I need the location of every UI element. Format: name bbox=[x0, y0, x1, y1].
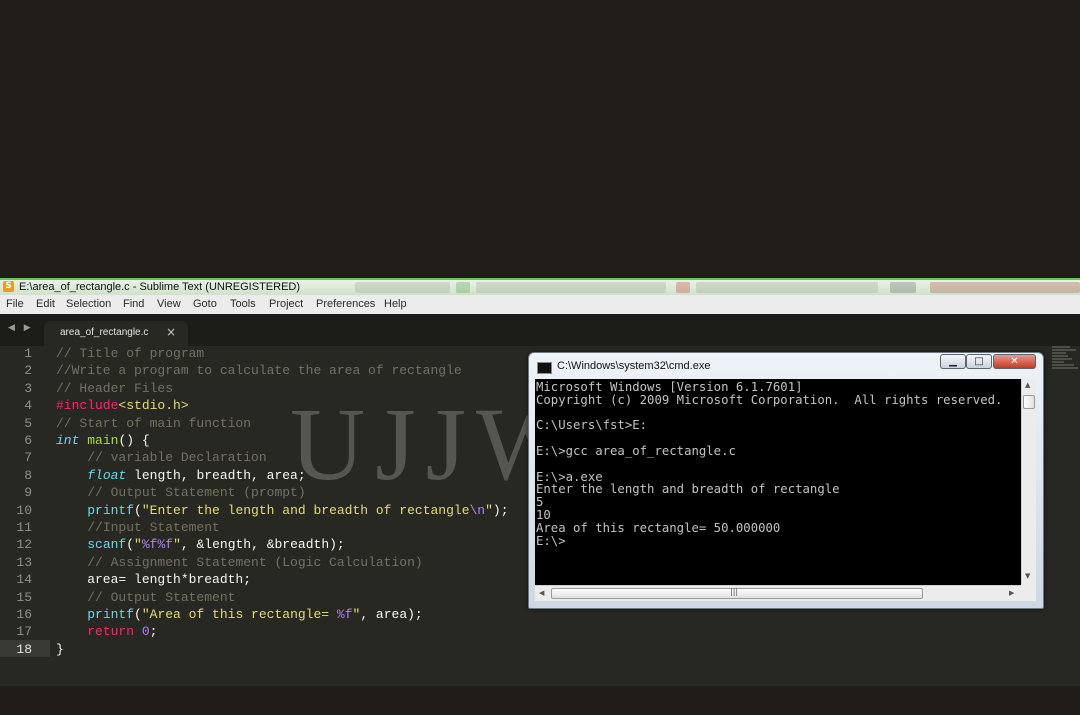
minimap[interactable] bbox=[1050, 346, 1080, 376]
tab-nav-arrows-icon[interactable]: ◀ ▶ bbox=[8, 323, 34, 333]
line-number: 4 bbox=[24, 398, 32, 414]
tab-bar: ◀ ▶ area_of_rectangle.c × bbox=[0, 314, 1080, 346]
minimize-button[interactable]: ▁ bbox=[940, 354, 966, 369]
line-number: 15 bbox=[16, 589, 32, 605]
resize-corner[interactable] bbox=[1021, 585, 1036, 601]
background-browser-tab bbox=[890, 282, 916, 293]
line-number: 10 bbox=[16, 502, 32, 518]
scrollbar-thumb[interactable]: ||| bbox=[551, 587, 923, 599]
console-line: Enter the length and breadth of rectangl… bbox=[536, 482, 840, 497]
vertical-scrollbar[interactable]: ▲ ▼ bbox=[1021, 379, 1036, 585]
horizontal-scrollbar[interactable]: ◀ ||| ▶ bbox=[535, 585, 1021, 601]
code-line[interactable]: printf("Enter the length and breadth of … bbox=[56, 502, 508, 519]
code-line[interactable]: scanf("%f%f", &length, &breadth); bbox=[56, 536, 345, 553]
console-line: C:\Users\fst>E: bbox=[536, 418, 648, 433]
background-browser-tab bbox=[456, 282, 470, 293]
window-title: E:\area_of_rectangle.c - Sublime Text (U… bbox=[19, 281, 301, 293]
line-number: 9 bbox=[24, 485, 32, 501]
status-bar bbox=[0, 686, 1080, 715]
desktop-background bbox=[0, 0, 1080, 278]
console-line: Area of this rectangle= 50.000000 bbox=[536, 520, 781, 535]
background-browser-tab bbox=[476, 282, 666, 293]
code-line[interactable]: // Assignment Statement (Logic Calculati… bbox=[56, 554, 422, 571]
code-line[interactable]: // variable Declaration bbox=[56, 449, 266, 466]
code-line[interactable]: } bbox=[56, 641, 64, 658]
grip-icon: ||| bbox=[730, 587, 739, 596]
title-bar[interactable]: S E:\area_of_rectangle.c - Sublime Text … bbox=[0, 278, 1080, 295]
menu-selection[interactable]: Selection bbox=[66, 298, 111, 310]
background-browser-tab bbox=[930, 282, 1080, 293]
scroll-down-icon[interactable]: ▼ bbox=[1025, 572, 1030, 580]
line-number: 18 bbox=[16, 641, 32, 657]
code-line[interactable]: float length, breadth, area; bbox=[56, 467, 305, 484]
code-line[interactable]: #include<stdio.h> bbox=[56, 397, 189, 414]
scrollbar-thumb[interactable] bbox=[1023, 395, 1035, 409]
line-number: 13 bbox=[16, 554, 32, 570]
line-number: 12 bbox=[16, 537, 32, 553]
scroll-left-icon[interactable]: ◀ bbox=[539, 589, 544, 597]
tab-label: area_of_rectangle.c bbox=[60, 327, 149, 338]
line-number: 1 bbox=[24, 346, 32, 361]
console-line: Microsoft Windows [Version 6.1.7601] bbox=[536, 380, 803, 394]
code-line[interactable]: return 0; bbox=[56, 623, 157, 640]
line-number: 11 bbox=[16, 520, 32, 535]
scroll-right-icon[interactable]: ▶ bbox=[1009, 589, 1014, 597]
code-line[interactable]: // Output Statement (prompt) bbox=[56, 484, 305, 501]
menu-edit[interactable]: Edit bbox=[36, 298, 55, 310]
menu-file[interactable]: File bbox=[6, 298, 24, 310]
menu-view[interactable]: View bbox=[157, 298, 181, 310]
sublime-app-icon: S bbox=[3, 281, 14, 292]
line-number: 7 bbox=[24, 450, 32, 466]
menu-find[interactable]: Find bbox=[123, 298, 144, 310]
code-line[interactable]: //Write a program to calculate the area … bbox=[56, 362, 462, 379]
console-line: E:\>gcc area_of_rectangle.c bbox=[536, 444, 736, 458]
cmd-window: C:\Windows\system32\cmd.exe ▁ □ ✕ Micros… bbox=[528, 352, 1044, 609]
line-number: 3 bbox=[24, 380, 32, 396]
console-line: E:\> bbox=[536, 533, 566, 548]
code-line[interactable]: //Input Statement bbox=[56, 519, 220, 536]
cmd-window-title: C:\Windows\system32\cmd.exe bbox=[557, 360, 711, 372]
code-line[interactable]: // Output Statement bbox=[56, 589, 235, 606]
scroll-up-icon[interactable]: ▲ bbox=[1025, 381, 1030, 389]
line-number: 6 bbox=[24, 433, 32, 448]
line-number: 2 bbox=[24, 363, 32, 379]
menu-tools[interactable]: Tools bbox=[230, 298, 256, 310]
console-line: Copyright (c) 2009 Microsoft Corporation… bbox=[536, 392, 1003, 407]
close-icon[interactable]: × bbox=[166, 325, 176, 339]
cmd-app-icon bbox=[537, 362, 552, 374]
console-output[interactable]: Microsoft Windows [Version 6.1.7601] Copy… bbox=[535, 379, 1021, 585]
menu-help[interactable]: Help bbox=[384, 298, 407, 310]
line-number: 14 bbox=[16, 572, 32, 588]
code-line[interactable]: area= length*breadth; bbox=[56, 571, 251, 588]
tab-area-of-rectangle[interactable]: area_of_rectangle.c × bbox=[44, 321, 188, 346]
line-number: 8 bbox=[24, 467, 32, 483]
code-line[interactable]: // Start of main function bbox=[56, 415, 251, 432]
code-line[interactable]: int main() { bbox=[56, 432, 150, 449]
close-button[interactable]: ✕ bbox=[993, 354, 1036, 369]
line-number: 16 bbox=[16, 607, 32, 622]
code-line[interactable]: // Title of program bbox=[56, 345, 204, 362]
code-line[interactable]: // Header Files bbox=[56, 380, 173, 397]
menu-project[interactable]: Project bbox=[269, 298, 303, 310]
background-browser-tab bbox=[676, 282, 690, 293]
console-line: 10 bbox=[536, 508, 551, 522]
background-browser-tab bbox=[696, 282, 878, 293]
code-editor[interactable]: // Title of program//Write a program to … bbox=[56, 346, 536, 689]
line-number: 5 bbox=[24, 415, 32, 431]
code-line[interactable]: printf("Area of this rectangle= %f", are… bbox=[56, 606, 423, 623]
menu-goto[interactable]: Goto bbox=[193, 298, 217, 310]
background-browser-tab bbox=[355, 282, 450, 293]
menu-bar: File Edit Selection Find View Goto Tools… bbox=[0, 295, 1080, 315]
line-number: 17 bbox=[16, 624, 32, 640]
menu-preferences[interactable]: Preferences bbox=[316, 298, 375, 310]
line-number-gutter: 1 2 3 4 5 6 7 8 9 10 11 12 13 14 15 16 17 18 bbox=[0, 346, 50, 689]
maximize-button[interactable]: □ bbox=[966, 354, 992, 369]
